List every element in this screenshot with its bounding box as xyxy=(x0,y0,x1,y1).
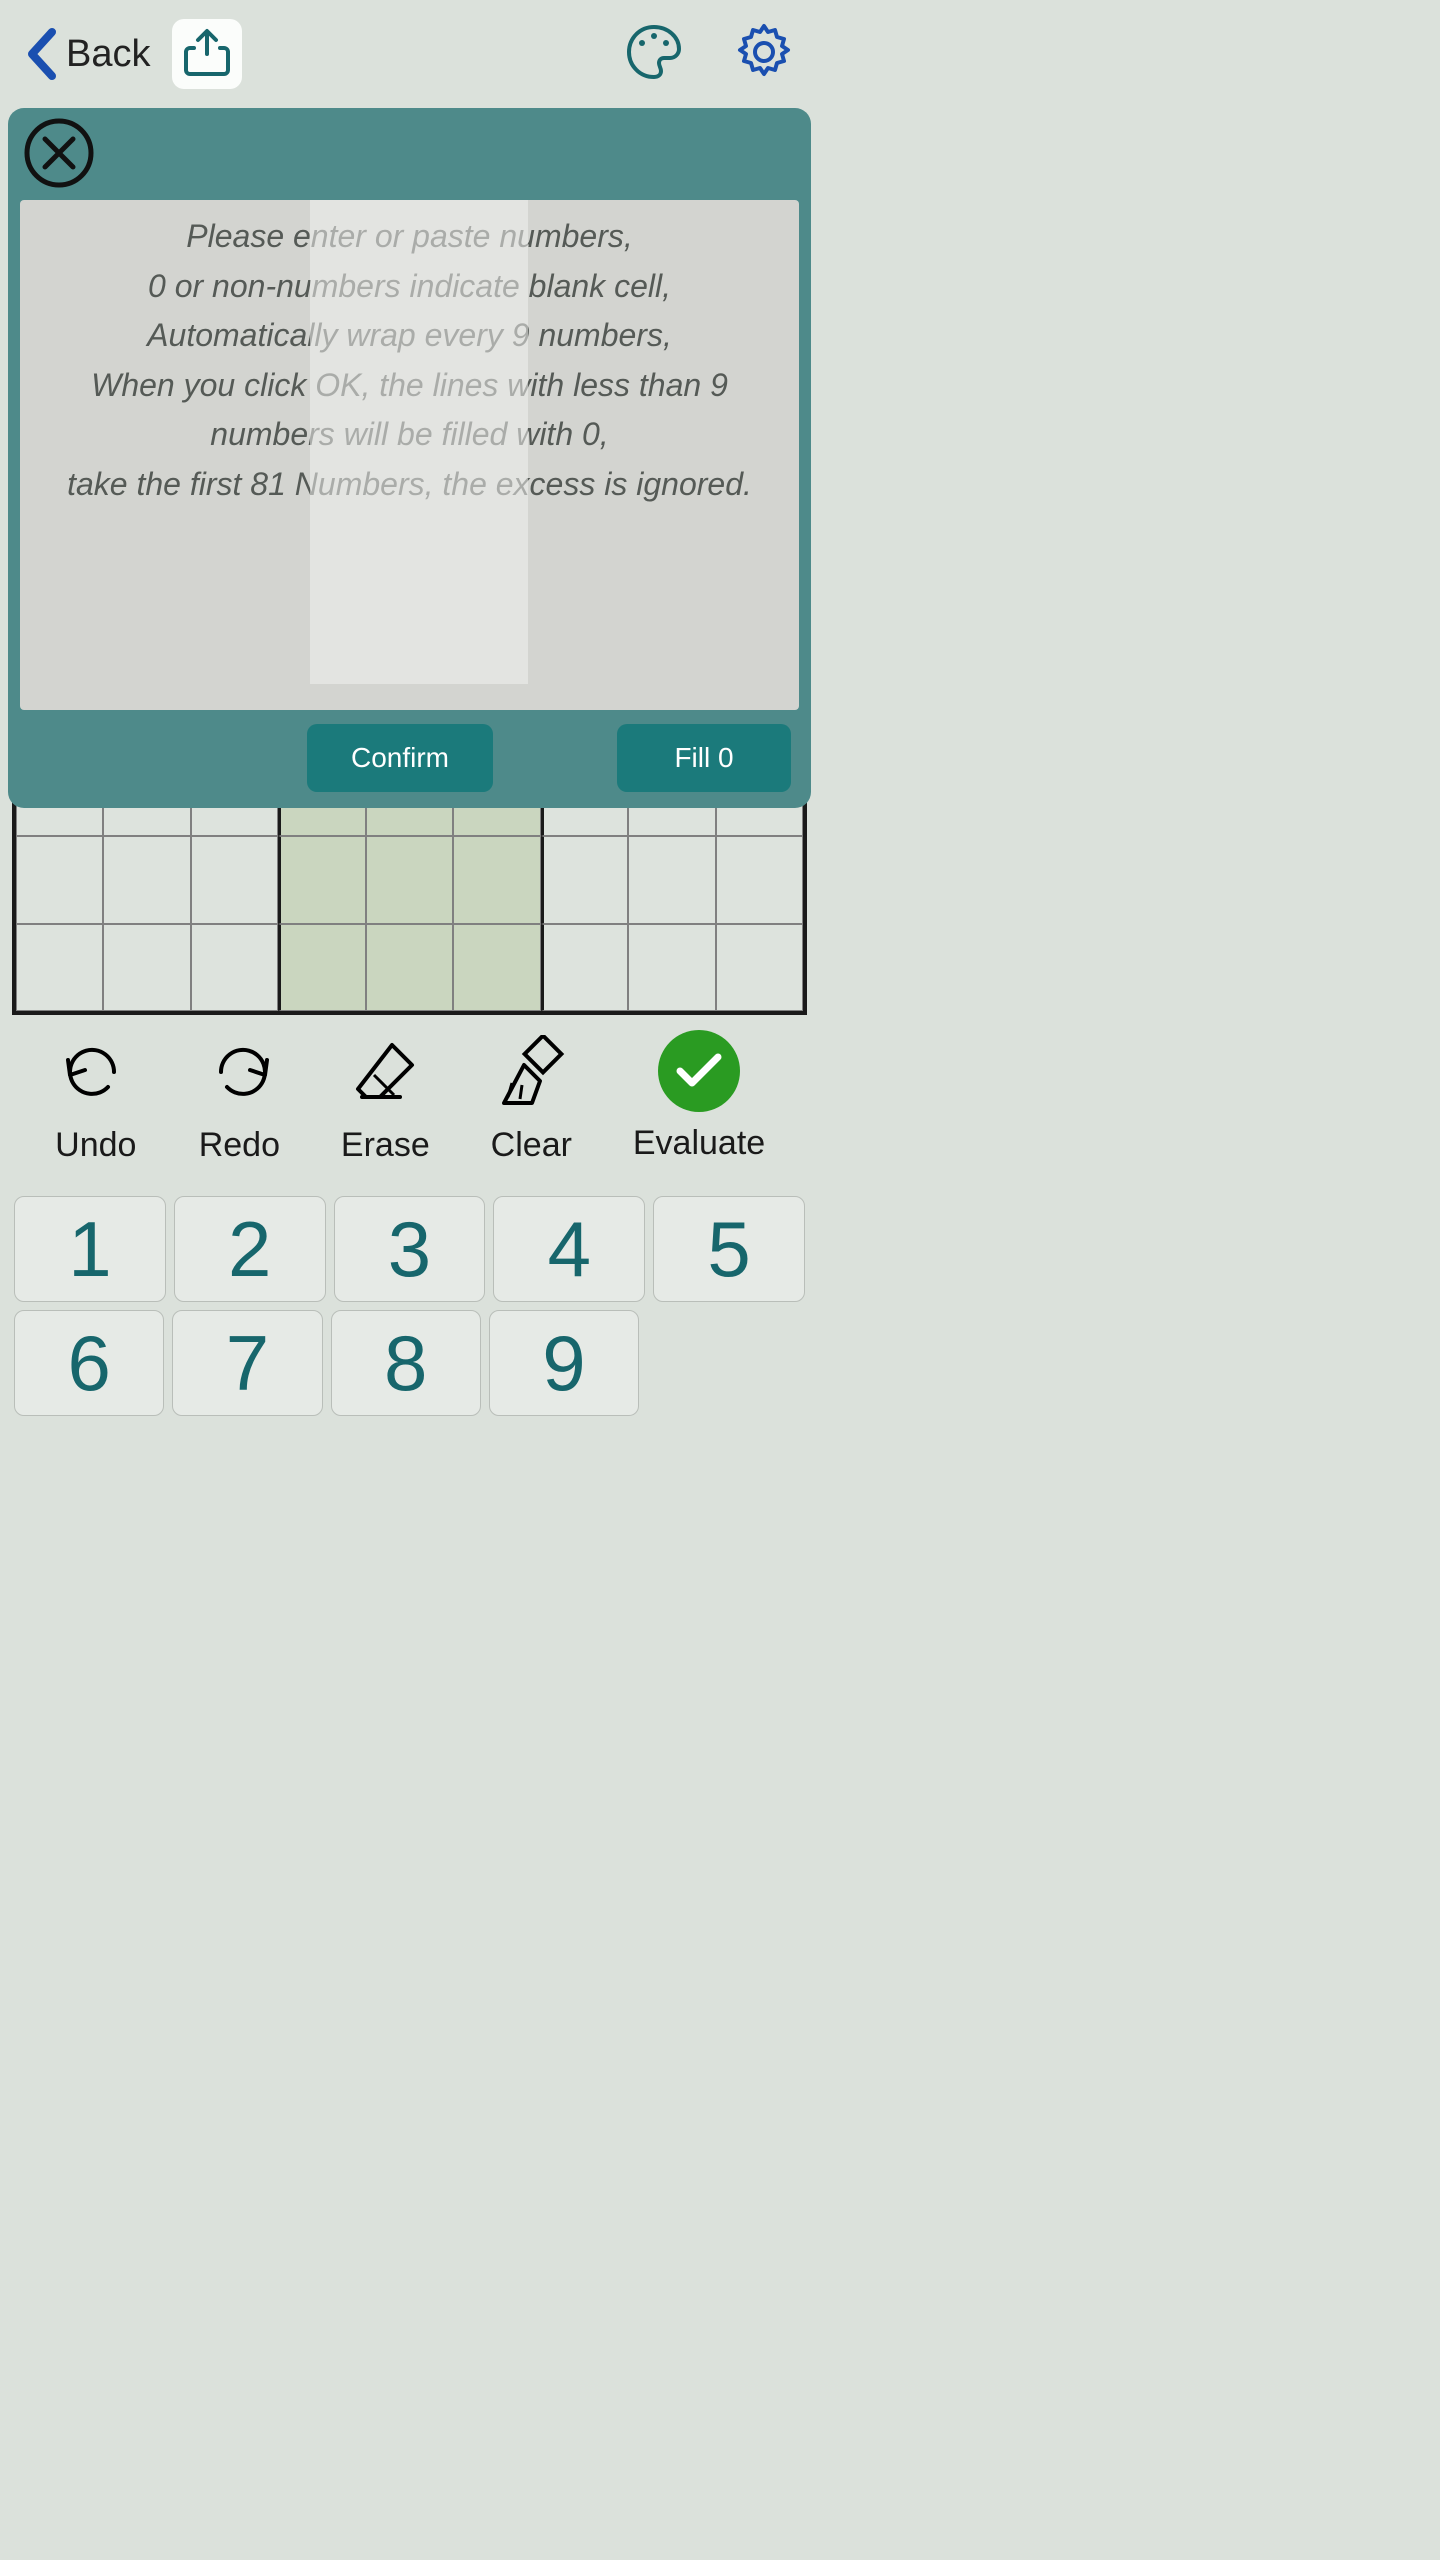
numkey-7[interactable]: 7 xyxy=(172,1310,322,1416)
fill-zero-button[interactable]: Fill 0 xyxy=(617,724,791,792)
broom-icon xyxy=(489,1030,573,1114)
numkey-2[interactable]: 2 xyxy=(174,1196,326,1302)
action-row: Undo Redo Erase Clear xyxy=(0,1030,819,1165)
numkey-5[interactable]: 5 xyxy=(653,1196,805,1302)
numkey-1[interactable]: 1 xyxy=(14,1196,166,1302)
numkey-3[interactable]: 3 xyxy=(334,1196,486,1302)
input-placeholder: Please enter or paste numbers,0 or non-n… xyxy=(34,212,785,510)
checkmark-icon xyxy=(658,1030,740,1112)
theme-button[interactable] xyxy=(619,19,689,89)
erase-button[interactable]: Erase xyxy=(341,1030,430,1165)
numkey-6[interactable]: 6 xyxy=(14,1310,164,1416)
share-icon xyxy=(184,28,230,81)
numkey-4[interactable]: 4 xyxy=(493,1196,645,1302)
numkey-8[interactable]: 8 xyxy=(331,1310,481,1416)
redo-label: Redo xyxy=(199,1126,280,1165)
undo-label: Undo xyxy=(55,1126,136,1165)
modal-footer: Confirm Fill 0 xyxy=(20,710,799,796)
share-button[interactable] xyxy=(172,19,242,89)
clear-button[interactable]: Clear xyxy=(489,1030,573,1165)
evaluate-button[interactable]: Evaluate xyxy=(633,1030,765,1165)
eraser-icon xyxy=(343,1030,427,1114)
back-label: Back xyxy=(66,33,150,76)
settings-button[interactable] xyxy=(729,19,799,89)
clear-label: Clear xyxy=(491,1126,572,1165)
close-button[interactable] xyxy=(24,120,94,190)
numkey-9[interactable]: 9 xyxy=(489,1310,639,1416)
erase-label: Erase xyxy=(341,1126,430,1165)
paste-input-area[interactable]: Please enter or paste numbers,0 or non-n… xyxy=(20,200,799,710)
undo-icon xyxy=(54,1030,138,1114)
input-modal: Please enter or paste numbers,0 or non-n… xyxy=(8,108,811,808)
undo-button[interactable]: Undo xyxy=(54,1030,138,1165)
evaluate-label: Evaluate xyxy=(633,1124,765,1163)
redo-button[interactable]: Redo xyxy=(197,1030,281,1165)
redo-icon xyxy=(197,1030,281,1114)
number-pad: 1 2 3 4 5 6 7 8 9 xyxy=(14,1196,805,1424)
gear-icon xyxy=(735,23,793,86)
confirm-button[interactable]: Confirm xyxy=(307,724,493,792)
back-button[interactable]: Back xyxy=(20,24,150,84)
close-icon xyxy=(24,118,94,193)
palette-icon xyxy=(625,23,683,86)
chevron-left-icon xyxy=(20,24,64,84)
top-bar: Back xyxy=(0,0,819,108)
